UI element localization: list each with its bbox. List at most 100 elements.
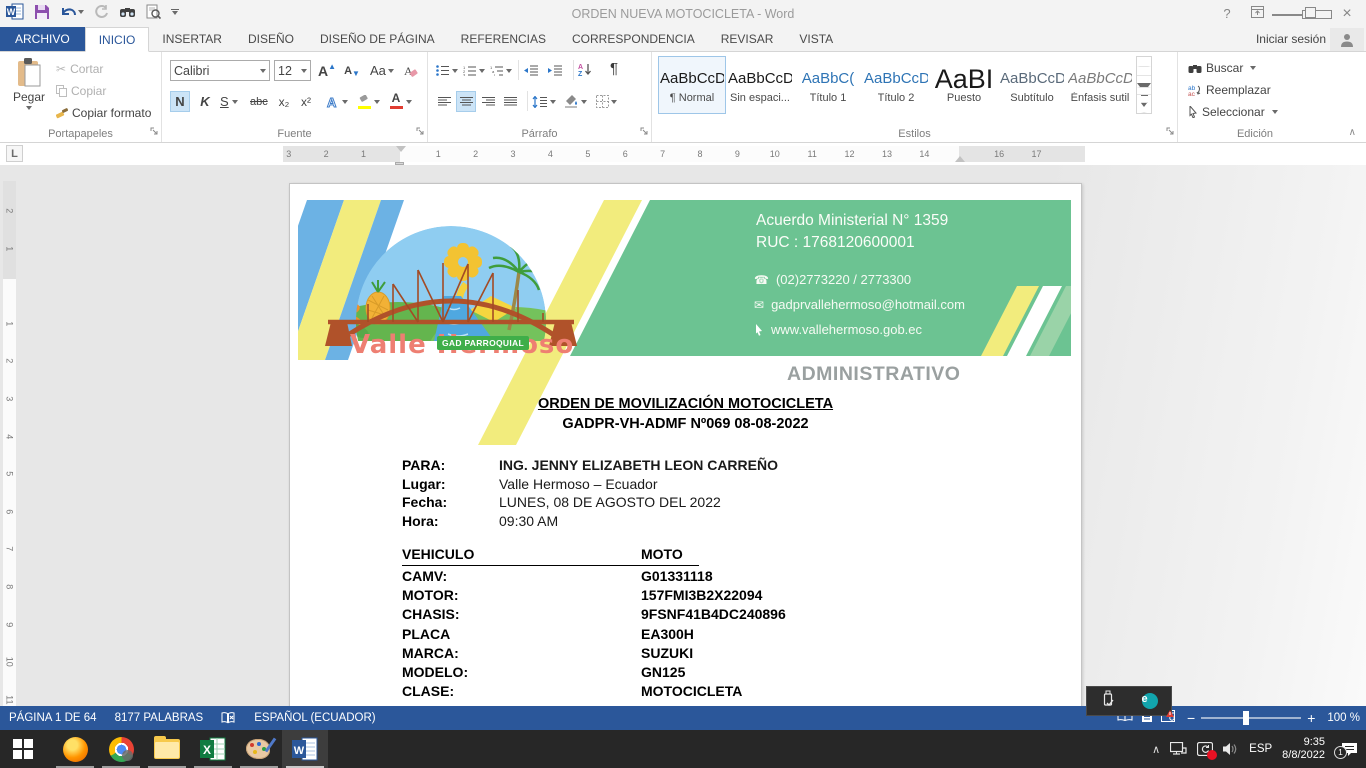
align-left-button[interactable] [434,91,454,112]
taskbar-chrome[interactable] [98,730,144,768]
ribbon-tab[interactable]: VISTA [786,27,846,51]
font-size-select[interactable]: 12 [274,60,311,81]
italic-button[interactable]: K [195,91,215,112]
find-menu-button[interactable]: Buscar [1188,61,1256,75]
minimize-button[interactable] [1272,0,1302,28]
input-language[interactable]: ESP [1249,743,1272,755]
style-item[interactable]: AaBbCcD Subtítulo [998,56,1066,114]
subscript-button[interactable]: x₂ [274,91,294,112]
page-indicator[interactable]: PÁGINA 1 DE 64 [0,706,106,730]
clipboard-dialog-launcher[interactable] [150,125,159,139]
paste-dropdown-caret[interactable] [26,106,32,110]
align-right-button[interactable] [478,91,498,112]
zoom-level[interactable]: 100 % [1327,712,1360,724]
start-button[interactable] [0,730,46,768]
styles-scroll-up[interactable] [1137,57,1151,76]
clear-formatting-button[interactable]: A [400,60,420,81]
word-count[interactable]: 8177 PALABRAS [106,706,213,730]
paragraph-dialog-launcher[interactable] [640,125,649,139]
document-area[interactable]: 211234567891011 [0,165,1366,706]
ribbon-tab[interactable]: REVISAR [708,27,787,51]
borders-button[interactable] [594,91,619,112]
zoom-out-button[interactable]: − [1187,708,1195,728]
user-avatar-icon[interactable] [1330,28,1364,51]
show-paragraph-marks-button[interactable]: ¶ [604,58,624,79]
increase-indent-button[interactable] [545,60,565,81]
usb-device-icon[interactable] [1101,690,1115,713]
first-line-indent-marker[interactable] [396,146,406,152]
select-menu-button[interactable]: Seleccionar [1188,105,1278,119]
style-item[interactable]: AaBbCcD Título 2 [862,56,930,114]
ribbon-tab[interactable]: CORRESPONDENCIA [559,27,708,51]
zoom-slider[interactable] [1201,717,1301,719]
highlight-dropdown-caret[interactable] [374,100,380,104]
bullets-button[interactable] [434,60,460,81]
action-center-icon[interactable]: 1 [1341,742,1358,757]
align-center-button[interactable] [456,91,476,112]
close-button[interactable]: × [1332,0,1362,28]
restore-button[interactable] [1302,0,1332,28]
font-color-button[interactable]: A [386,89,406,110]
format-painter-button[interactable]: Copiar formato [56,106,151,120]
taskbar-file-explorer[interactable] [144,730,190,768]
sign-in-link[interactable]: Iniciar sesión [1256,32,1326,46]
styles-gallery-expand[interactable] [1137,95,1151,113]
justify-button[interactable] [500,91,520,112]
windows-update-icon[interactable] [1197,742,1213,756]
style-item[interactable]: AaBbC( Título 1 [794,56,862,114]
ribbon-tab[interactable]: ARCHIVO [0,27,85,51]
paste-button[interactable]: Pegar [8,58,50,110]
copy-button[interactable]: Copiar [56,84,106,98]
change-case-button[interactable]: Aa [368,60,396,81]
decrease-indent-button[interactable] [521,60,541,81]
shrink-font-button[interactable]: A▼ [342,60,362,81]
cut-button[interactable]: ✂ Cortar [56,62,103,76]
taskbar-excel[interactable]: X [190,730,236,768]
ribbon-tab[interactable]: DISEÑO [235,27,307,51]
zoom-slider-thumb[interactable] [1243,711,1249,725]
tab-stop-selector[interactable]: L [6,145,23,162]
proofing-status[interactable] [212,706,245,730]
style-item[interactable]: AaBbCcDc ¶ Normal [658,56,726,114]
styles-dialog-launcher[interactable] [1166,125,1175,139]
highlight-button[interactable] [354,91,374,112]
help-button[interactable]: ? [1212,0,1242,28]
taskbar-firefox[interactable] [52,730,98,768]
tray-expand-chevron[interactable]: ∧ [1152,743,1160,756]
style-item[interactable]: AaBbCcDc Énfasis sutil [1066,56,1134,114]
text-effects-button[interactable]: A [324,91,350,112]
style-item[interactable]: AaBbCcDc Sin espaci... [726,56,794,114]
style-item[interactable]: AaBI Puesto [930,56,998,114]
right-indent-marker[interactable] [955,156,965,162]
sort-button[interactable]: AZ [576,58,596,79]
strikethrough-button[interactable]: abc [248,91,270,112]
multilevel-list-button[interactable]: 1ai [488,60,514,81]
vertical-ruler[interactable]: 211234567891011 [3,181,16,706]
shading-button[interactable] [562,91,589,112]
ribbon-tab[interactable]: INICIO [85,27,150,52]
font-color-dropdown-caret[interactable] [406,100,412,104]
taskbar-paint[interactable] [236,730,282,768]
styles-scroll-down[interactable] [1137,76,1151,95]
line-spacing-button[interactable] [530,91,558,112]
document-page[interactable]: Acuerdo Ministerial N° 1359 RUC : 176812… [289,183,1082,706]
zoom-in-button[interactable]: + [1307,708,1315,728]
numbering-button[interactable]: 123 [461,60,487,81]
font-family-select[interactable]: Calibri [170,60,270,81]
taskbar-word[interactable]: W [282,730,328,768]
bold-button[interactable]: N [170,91,190,112]
underline-button[interactable]: S [218,91,240,112]
volume-icon[interactable] [1223,742,1239,756]
network-icon[interactable] [1170,742,1187,756]
ribbon-tab[interactable]: REFERENCIAS [448,27,559,51]
ribbon-tab[interactable]: DISEÑO DE PÁGINA [307,27,448,51]
language-indicator[interactable]: ESPAÑOL (ECUADOR) [245,706,384,730]
collapse-ribbon-button[interactable]: ∧ [1349,127,1356,138]
clock[interactable]: 9:35 8/8/2022 [1282,736,1325,762]
security-app-icon[interactable]: e [1142,693,1158,709]
font-dialog-launcher[interactable] [416,125,425,139]
grow-font-button[interactable]: A▲ [316,60,338,81]
superscript-button[interactable]: x² [296,91,316,112]
replace-button[interactable]: abac Reemplazar [1188,83,1271,97]
ribbon-tab[interactable]: INSERTAR [149,27,235,51]
